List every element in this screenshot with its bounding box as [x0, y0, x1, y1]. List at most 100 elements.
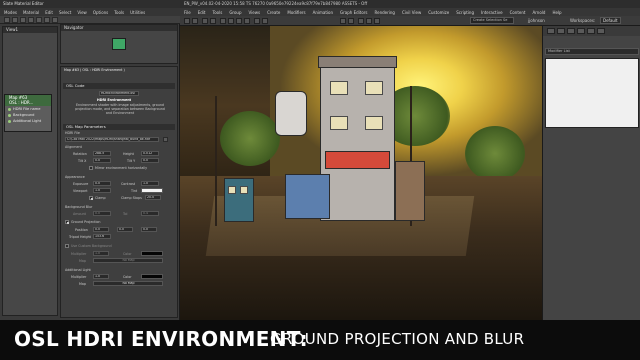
- slate-menu-item[interactable]: Edit: [45, 10, 53, 15]
- menu-item[interactable]: Civil View: [402, 10, 421, 15]
- pick-material-icon[interactable]: [12, 17, 18, 23]
- tilt-x-field[interactable]: 0.0: [93, 158, 111, 163]
- menu-item[interactable]: Rendering: [375, 10, 395, 15]
- layout-icon[interactable]: [44, 17, 50, 23]
- menu-item[interactable]: Interactive: [481, 10, 503, 15]
- mirror-icon[interactable]: [340, 18, 346, 24]
- create-tab-icon[interactable]: [547, 28, 555, 34]
- slate-menu-item[interactable]: Material: [23, 10, 39, 15]
- bg-color-swatch[interactable]: [141, 251, 163, 256]
- view-panel[interactable]: View1: [2, 26, 58, 316]
- tripod-height-field[interactable]: 153.6: [93, 234, 111, 239]
- select-tool-icon[interactable]: [4, 17, 10, 23]
- hierarchy-tab-icon[interactable]: [567, 28, 575, 34]
- show-map-icon[interactable]: [36, 17, 42, 23]
- tripod-height-label: Tripod Height: [69, 235, 91, 239]
- menu-item[interactable]: Modifiers: [287, 10, 305, 15]
- al-color-swatch[interactable]: [141, 274, 163, 279]
- selection-set-dropdown[interactable]: Create Selection Se: [470, 17, 514, 24]
- bg-multiplier-field[interactable]: 1.0: [93, 251, 109, 256]
- viewport-field[interactable]: 1.0: [93, 188, 111, 193]
- socket-icon[interactable]: [8, 119, 11, 123]
- clamp-stops-field[interactable]: 20.0: [145, 195, 161, 200]
- menu-item[interactable]: Group: [229, 10, 241, 15]
- scale-icon[interactable]: [244, 18, 250, 24]
- tilt-y-field[interactable]: 0.0: [141, 158, 159, 163]
- ground-projection-checkbox[interactable]: [65, 220, 69, 224]
- utilities-tab-icon[interactable]: [597, 28, 605, 34]
- clamp-checkbox[interactable]: [89, 196, 93, 200]
- menu-item[interactable]: Graph Editors: [340, 10, 367, 15]
- rotate-icon[interactable]: [236, 18, 242, 24]
- osl-file-field[interactable]: HDRIEnvironment.osl: [99, 91, 139, 96]
- bg-blur-tol-field[interactable]: 0.4: [141, 211, 159, 216]
- position-x-field[interactable]: 0.0: [93, 227, 109, 232]
- redo-icon[interactable]: [192, 18, 198, 24]
- max-titlebar: EN_PW_v04.02-04-2020 15:58 TS 76270 0a96…: [180, 0, 640, 8]
- material-preview-swatch[interactable]: [112, 38, 126, 50]
- menu-item[interactable]: Animation: [313, 10, 333, 15]
- osl-map-params-rollout[interactable]: OSL Map Parameters: [63, 124, 175, 130]
- assign-material-icon[interactable]: [20, 17, 26, 23]
- height-field[interactable]: 0.012: [141, 151, 159, 156]
- position-z-field[interactable]: 0.0: [141, 227, 157, 232]
- link-icon[interactable]: [202, 18, 208, 24]
- render-icon[interactable]: [374, 18, 380, 24]
- node-port[interactable]: Additional Light: [5, 118, 51, 124]
- align-icon[interactable]: [348, 18, 354, 24]
- mirror-checkbox[interactable]: [89, 166, 93, 170]
- slate-menu-item[interactable]: Utilities: [130, 10, 145, 15]
- delete-icon[interactable]: [28, 17, 34, 23]
- undo-icon[interactable]: [184, 18, 190, 24]
- socket-icon[interactable]: [8, 107, 11, 111]
- socket-icon[interactable]: [8, 113, 11, 117]
- angle-snap-icon[interactable]: [262, 18, 268, 24]
- menu-item[interactable]: Tools: [212, 10, 222, 15]
- modifier-list-dropdown[interactable]: Modifier List: [545, 48, 639, 55]
- al-map-button[interactable]: No Map: [93, 281, 163, 286]
- children-icon[interactable]: [52, 17, 58, 23]
- slate-menu-item[interactable]: Modes: [4, 10, 17, 15]
- osl-code-rollout[interactable]: OSL Code: [63, 83, 175, 89]
- contrast-field[interactable]: 1.0: [141, 181, 159, 186]
- motion-tab-icon[interactable]: [577, 28, 585, 34]
- menu-item[interactable]: Arnold: [532, 10, 545, 15]
- al-multiplier-field[interactable]: 1.0: [93, 274, 109, 279]
- menu-item[interactable]: Views: [249, 10, 261, 15]
- perspective-viewport[interactable]: [180, 26, 542, 320]
- slate-menu-item[interactable]: Tools: [114, 10, 124, 15]
- display-tab-icon[interactable]: [587, 28, 595, 34]
- select-icon[interactable]: [220, 18, 226, 24]
- bg-map-button[interactable]: No Map: [93, 258, 163, 263]
- slate-menu-item[interactable]: View: [77, 10, 87, 15]
- position-y-field[interactable]: 0.0: [117, 227, 133, 232]
- material-node[interactable]: Map #63 OSL : HDR... HDRI File name Back…: [4, 94, 52, 132]
- workspace-select[interactable]: Default: [600, 17, 621, 24]
- browse-icon[interactable]: [163, 137, 168, 142]
- view-tab[interactable]: View1: [3, 27, 57, 33]
- menu-item[interactable]: Customize: [428, 10, 449, 15]
- menu-item[interactable]: Edit: [198, 10, 206, 15]
- unlink-icon[interactable]: [210, 18, 216, 24]
- user-label[interactable]: jjohnson: [528, 18, 545, 23]
- move-icon[interactable]: [228, 18, 234, 24]
- exposure-field[interactable]: 0.0: [93, 181, 111, 186]
- material-editor-icon[interactable]: [358, 18, 364, 24]
- modify-tab-icon[interactable]: [557, 28, 565, 34]
- menu-item[interactable]: Scripting: [456, 10, 474, 15]
- menu-item[interactable]: Help: [552, 10, 561, 15]
- menu-item[interactable]: Create: [267, 10, 280, 15]
- hdri-file-path[interactable]: C:\Cilo Max 2022\maps\HDRI\shanghai_bund…: [65, 137, 159, 142]
- menu-item[interactable]: Content: [510, 10, 526, 15]
- use-custom-bg-checkbox[interactable]: [65, 244, 69, 248]
- slate-menu-item[interactable]: Options: [93, 10, 108, 15]
- snap-icon[interactable]: [254, 18, 260, 24]
- modifier-stack[interactable]: [545, 58, 639, 128]
- menu-item[interactable]: File: [184, 10, 191, 15]
- tint-color-swatch[interactable]: [141, 188, 163, 193]
- bg-blur-amount-field[interactable]: 0.0: [93, 211, 111, 216]
- rotation-field[interactable]: 288.5: [93, 151, 111, 156]
- render-setup-icon[interactable]: [366, 18, 372, 24]
- clamp-label: Clamp: [95, 196, 106, 200]
- slate-menu-item[interactable]: Select: [59, 10, 71, 15]
